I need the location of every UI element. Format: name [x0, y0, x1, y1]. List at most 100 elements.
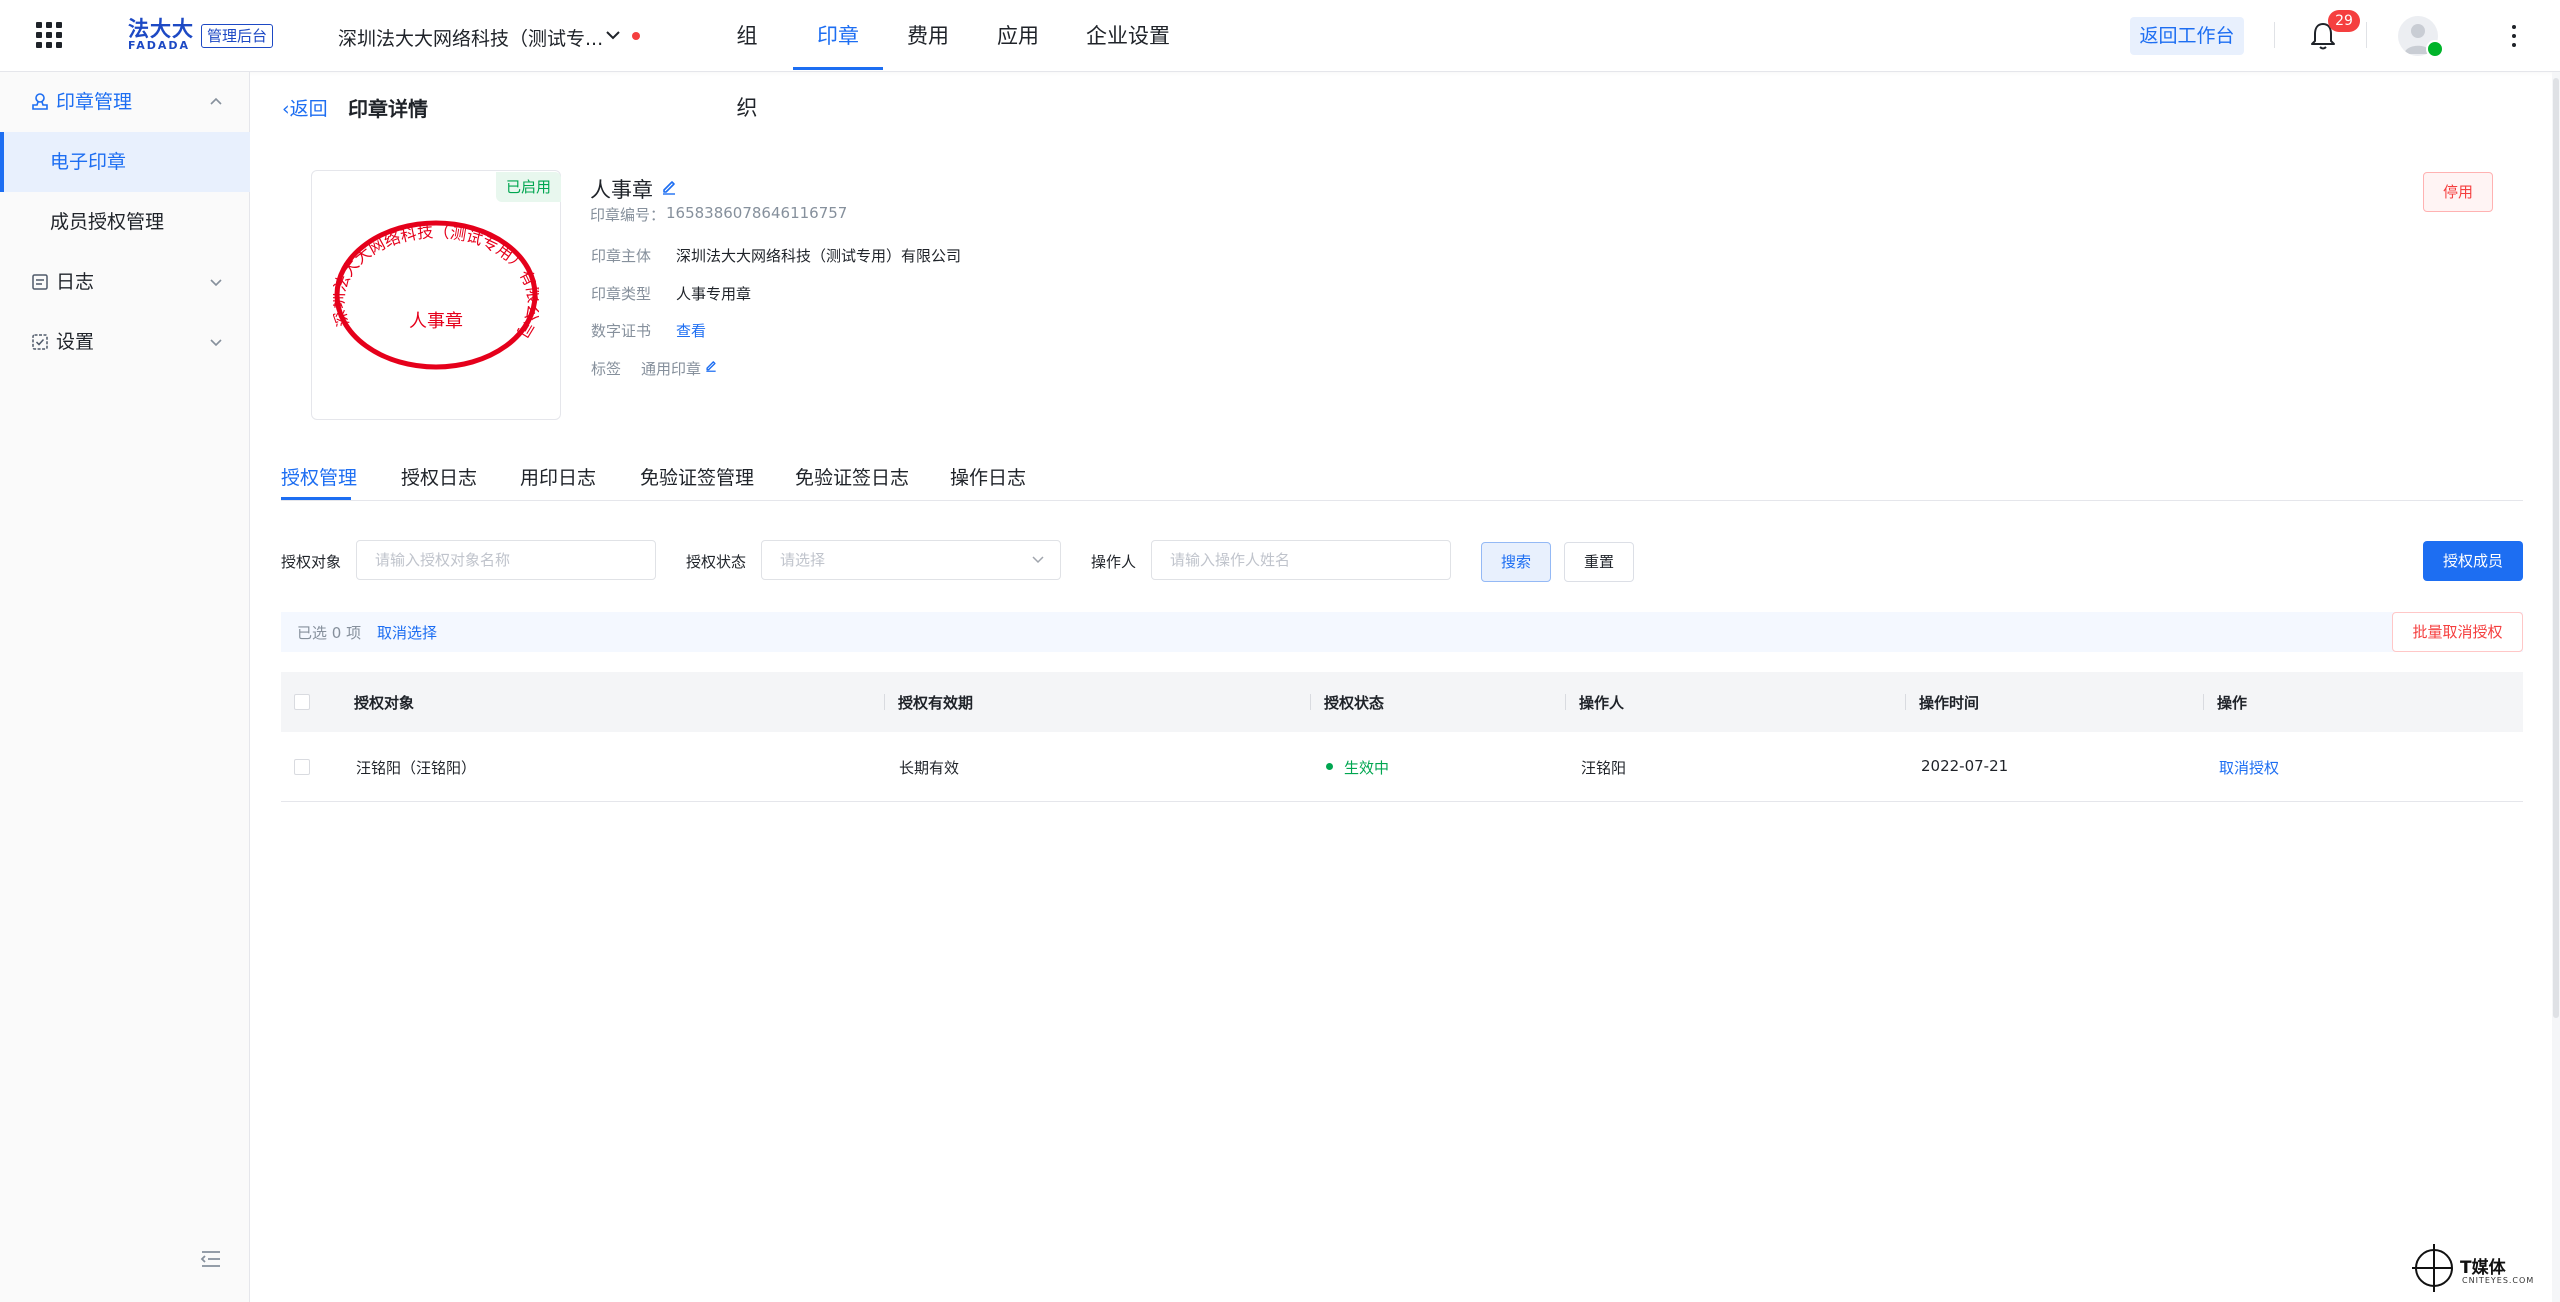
seal-status-badge: 已启用: [496, 172, 562, 202]
seal-center-text: 人事章: [409, 311, 463, 332]
column-divider: [1310, 694, 1311, 710]
table-header: [281, 672, 2523, 732]
filter-operator-label: 操作人: [1091, 553, 1137, 571]
column-header: 授权有效期: [898, 694, 974, 712]
filter-status-label: 授权状态: [686, 553, 747, 571]
back-link[interactable]: ‹返回: [282, 94, 328, 121]
watermark-subtext: CNITEYES.COM: [2462, 1276, 2535, 1285]
edit-icon[interactable]: [660, 177, 678, 195]
divider: [2274, 22, 2275, 48]
stamp-icon: [32, 93, 48, 110]
status-dot: [1326, 763, 1333, 770]
return-workbench-button[interactable]: 返回工作台: [2130, 17, 2244, 55]
column-header: 授权对象: [354, 694, 415, 712]
status-select[interactable]: 请选择: [761, 540, 1061, 580]
seal-image: 深圳法大大网络科技（测试专用）有限公司 人事章: [333, 220, 539, 370]
disable-button[interactable]: 停用: [2423, 172, 2493, 212]
settings-icon: [32, 334, 48, 350]
search-button[interactable]: 搜索: [1481, 542, 1551, 582]
batch-revoke-button[interactable]: 批量取消授权: [2392, 612, 2523, 652]
logo-en-text: FADADA: [128, 39, 191, 52]
operator-name-input[interactable]: 请输入操作人姓名: [1151, 540, 1451, 580]
chevron-down-icon: [210, 339, 222, 347]
column-divider: [1905, 694, 1906, 710]
revoke-authorization-link[interactable]: 取消授权: [2219, 757, 2279, 778]
sidebar-group-label: 设置: [56, 331, 95, 353]
tab-active-underline: [281, 497, 351, 500]
row-checkbox[interactable]: [294, 759, 310, 775]
chevron-down-icon: [210, 279, 222, 287]
selection-bar: [281, 612, 2523, 652]
chevron-down-icon[interactable]: [602, 24, 624, 46]
sidebar-group-settings[interactable]: 设置: [0, 312, 250, 372]
table-row: [281, 732, 2523, 802]
column-header: 操作: [2217, 694, 2248, 712]
select-all-checkbox[interactable]: [294, 694, 310, 710]
tab-exempt-sign-log[interactable]: 免验证签日志: [795, 463, 909, 490]
app-grid-icon[interactable]: [34, 20, 64, 50]
digital-cert-label: 数字证书: [591, 322, 652, 340]
seal-owner-value: 深圳法大大网络科技（测试专用）有限公司: [676, 247, 962, 265]
nav-tab-fees[interactable]: 费用: [905, 0, 951, 72]
sidebar-group-logs[interactable]: 日志: [0, 252, 250, 312]
column-divider: [884, 694, 885, 710]
cell-target: 汪铭阳（汪铭阳）: [356, 759, 477, 777]
column-header: 操作时间: [1919, 694, 1980, 712]
sidebar: 印章管理 电子印章 成员授权管理 日志 设置: [0, 72, 250, 1302]
cell-operator: 汪铭阳: [1581, 759, 1627, 777]
log-icon: [32, 274, 48, 290]
grant-members-button[interactable]: 授权成员: [2423, 541, 2523, 581]
tab-operation-log[interactable]: 操作日志: [950, 463, 1026, 490]
chevron-down-icon: [1032, 556, 1044, 564]
column-header: 操作人: [1579, 694, 1625, 712]
view-cert-link[interactable]: 查看: [676, 320, 706, 341]
notification-count-badge: 29: [2328, 10, 2360, 32]
column-divider: [1565, 694, 1566, 710]
tab-exempt-sign-management[interactable]: 免验证签管理: [640, 463, 754, 490]
column-divider: [2203, 694, 2204, 710]
tabs-divider: [281, 500, 2523, 501]
cell-status: 生效中: [1344, 759, 1390, 777]
company-switcher[interactable]: 深圳法大大网络科技（测试专...: [338, 24, 603, 51]
sidebar-group-label: 印章管理: [56, 91, 133, 113]
page-title: 印章详情: [348, 97, 428, 121]
sidebar-group-seal-management[interactable]: 印章管理: [0, 72, 250, 132]
cell-time: 2022-07-21: [1921, 757, 2009, 775]
target-name-input[interactable]: 请输入授权对象名称: [356, 540, 656, 580]
seal-name: 人事章: [590, 178, 653, 202]
reset-button[interactable]: 重置: [1564, 542, 1634, 582]
column-header: 授权状态: [1324, 694, 1385, 712]
edit-icon[interactable]: [704, 358, 718, 372]
brand-logo[interactable]: 法大大 FADADA: [128, 18, 194, 52]
cancel-selection-link[interactable]: 取消选择: [377, 622, 437, 643]
tab-authorization-management[interactable]: 授权管理: [281, 463, 357, 490]
nav-tab-enterprise-settings[interactable]: 企业设置: [1085, 0, 1171, 72]
tag-label: 标签: [591, 360, 622, 378]
seal-type-value: 人事专用章: [676, 285, 752, 303]
seal-number-value: 1658386078646116757: [666, 204, 848, 222]
top-bar: 法大大 FADADA 管理后台 深圳法大大网络科技（测试专... 组织 印章 费…: [0, 0, 2560, 120]
nav-tab-seal[interactable]: 印章: [815, 0, 861, 72]
verified-icon: [2426, 40, 2444, 58]
sidebar-item-member-authorization[interactable]: 成员授权管理: [0, 192, 250, 252]
logo-cn-text: 法大大: [128, 17, 194, 41]
cell-validity: 长期有效: [899, 759, 960, 777]
tag-value: 通用印章: [641, 360, 702, 378]
nav-tab-apps[interactable]: 应用: [995, 0, 1041, 72]
divider: [2366, 22, 2367, 48]
collapse-sidebar-icon[interactable]: [200, 1250, 222, 1268]
sidebar-group-label: 日志: [56, 271, 95, 293]
filter-target-label: 授权对象: [281, 553, 342, 571]
more-vertical-icon[interactable]: [2506, 22, 2522, 50]
chevron-up-icon: [210, 97, 222, 105]
nav-active-underline: [793, 67, 883, 70]
seal-number-label: 印章编号：: [590, 206, 666, 224]
chevron-left-icon: ‹: [282, 98, 290, 120]
watermark-text: T媒体: [2460, 1258, 2506, 1278]
tab-authorization-log[interactable]: 授权日志: [401, 463, 477, 490]
vertical-scrollbar-thumb[interactable]: [2553, 78, 2559, 1018]
nav-tab-org[interactable]: 组织: [727, 0, 767, 120]
sidebar-item-electronic-seal[interactable]: 电子印章: [0, 132, 250, 192]
seal-owner-label: 印章主体: [591, 247, 652, 265]
tab-seal-usage-log[interactable]: 用印日志: [520, 463, 596, 490]
